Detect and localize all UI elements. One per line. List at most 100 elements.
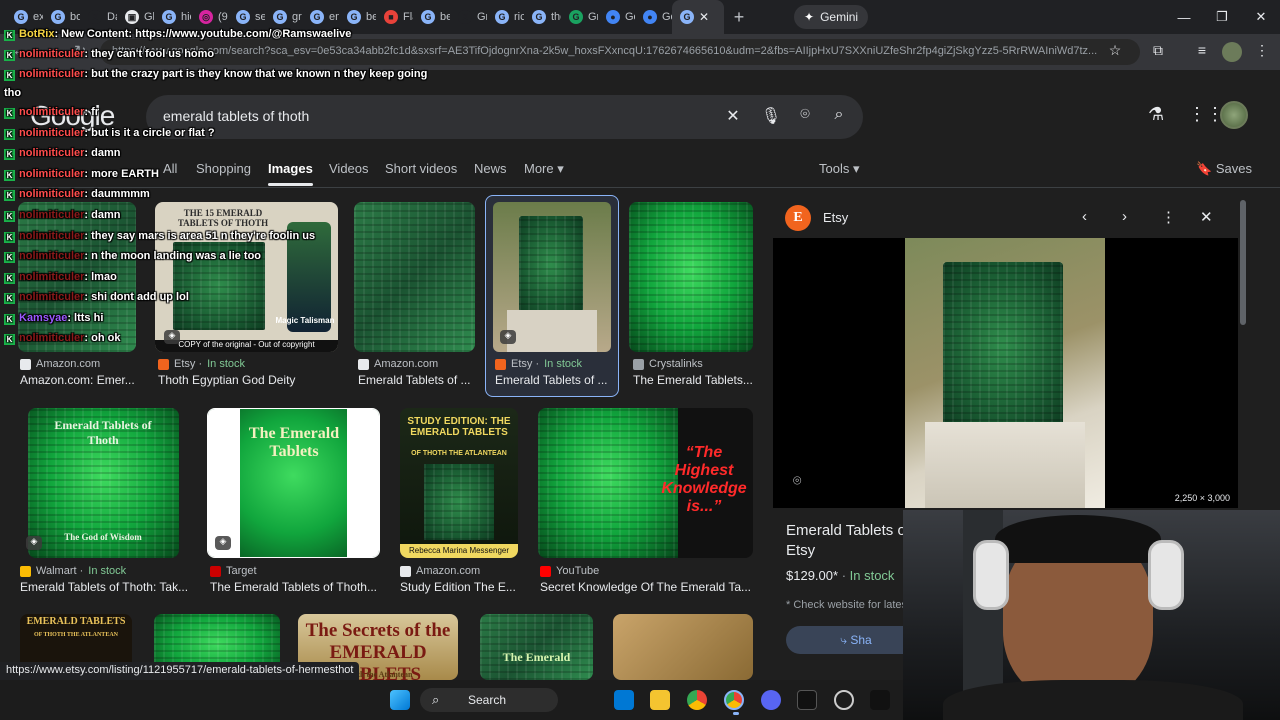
tab-all[interactable]: All [163, 161, 177, 176]
call-of-duty-icon[interactable] [797, 690, 817, 710]
source-name: Amazon.com [416, 565, 481, 577]
result-source[interactable]: Amazon.com [20, 358, 105, 370]
chat-text: : lmao [84, 271, 117, 283]
result-image-3[interactable] [354, 202, 475, 352]
search-box[interactable]: emerald tablets of thoth ✕ 🎙 ⌾ ⌕ [146, 95, 863, 139]
result-image-13[interactable]: The Emerald [480, 614, 593, 680]
minimize-icon[interactable]: — [1165, 0, 1203, 34]
bookmark-star-icon[interactable]: ☆ [1105, 42, 1125, 62]
browser-tab[interactable]: Gbe [413, 0, 450, 34]
browser-tab[interactable]: ● Go [635, 0, 672, 34]
chat-text: : fr [84, 106, 100, 118]
source-name: Crystalinks [649, 358, 703, 370]
labs-flask-icon[interactable]: ⚗ [1148, 104, 1164, 125]
more-options-icon[interactable]: ⋮ [1161, 208, 1176, 226]
result-source[interactable]: Etsy · In stock [495, 358, 582, 370]
preview-title[interactable]: Emerald Tablets o [786, 522, 906, 539]
store-icon[interactable] [614, 690, 634, 710]
saves-button[interactable]: 🔖 Saves [1196, 161, 1252, 177]
result-image-9[interactable]: “The Highest Knowledge is...” [538, 408, 753, 558]
chrome-icon[interactable] [687, 690, 707, 710]
menu-icon[interactable]: ⋮ [1252, 42, 1272, 62]
lens-icon[interactable]: ⌾ [794, 106, 816, 128]
result-title[interactable]: Thoth Egyptian God Deity ... [158, 373, 298, 387]
result-image-7[interactable]: The Emerald Tablets [207, 408, 380, 558]
microphone-icon[interactable]: 🎙 [760, 106, 782, 128]
apps-grid-icon[interactable]: ⋮⋮ [1188, 104, 1224, 125]
tab-label: Fla [403, 11, 413, 23]
tools-button[interactable]: Tools ▾ [819, 161, 860, 177]
avatar[interactable] [1220, 101, 1248, 129]
extensions-icon[interactable]: ⧉ [1148, 42, 1168, 62]
next-icon[interactable]: › [1122, 208, 1127, 225]
result-source[interactable]: Amazon.com [400, 565, 485, 577]
chat-username: nolimiticuler [19, 230, 85, 242]
cap [995, 515, 1161, 563]
previous-icon[interactable]: ‹ [1082, 208, 1087, 225]
tiktok-icon[interactable] [870, 690, 890, 710]
result-title[interactable]: Study Edition The E... [400, 580, 516, 594]
browser-tab[interactable]: ● Go [598, 0, 635, 34]
result-title[interactable]: The Emerald Tablets... [633, 373, 753, 387]
gemini-button[interactable]: ✦ Gemini [794, 5, 869, 29]
new-tab-button[interactable]: + [724, 7, 754, 28]
row3-cover-a2: OF THOTH THE ATLANTEAN [34, 632, 118, 638]
tab-videos[interactable]: Videos [329, 161, 369, 176]
browser-tab-active[interactable]: G ✕ [672, 0, 724, 34]
browser-tab[interactable]: X Gr [450, 0, 487, 34]
tab-shopping[interactable]: Shopping [196, 161, 251, 176]
result-image-6[interactable]: Emerald Tablets of Thoth The God of Wisd… [28, 408, 179, 558]
kick-icon: K [4, 190, 15, 201]
media-icon[interactable]: ≡ [1192, 42, 1212, 62]
browser-tab[interactable]: Gric [487, 0, 524, 34]
tab-label: Go [625, 11, 635, 23]
source-favicon-icon [358, 358, 369, 370]
chat-message: Knolimiticuler: they can't fool us homo [4, 48, 214, 61]
result-title[interactable]: Secret Knowledge Of The Emerald Ta... [540, 580, 751, 594]
result-title[interactable]: Emerald Tablets of ... [358, 373, 471, 387]
file-explorer-icon[interactable] [650, 690, 670, 710]
url-input[interactable]: https://www.google.com/search?sca_esv=0e… [100, 39, 1140, 65]
browser-tab[interactable]: G Gr [561, 0, 598, 34]
tab-news[interactable]: News [474, 161, 507, 176]
discord-icon[interactable] [761, 690, 781, 710]
restore-icon[interactable]: ❐ [1203, 0, 1241, 34]
result-source[interactable]: Amazon.com [358, 358, 443, 370]
clear-icon[interactable]: ✕ [722, 106, 744, 128]
source-name: Etsy · [511, 358, 540, 370]
tab-images[interactable]: Images [268, 161, 313, 186]
result-source[interactable]: Etsy · In stock [158, 358, 245, 370]
tab-more[interactable]: More ▾ [524, 161, 564, 177]
result-title[interactable]: Amazon.com: Emer... [20, 373, 135, 387]
profile-icon[interactable] [1222, 42, 1242, 62]
result-image-2[interactable]: THE 15 EMERALD TABLETS OF THOTH Magic Ta… [155, 202, 338, 352]
result-source[interactable]: YouTube [540, 565, 604, 577]
close-tab-icon[interactable]: ✕ [699, 10, 709, 24]
tab-short-videos[interactable]: Short videos [385, 161, 457, 176]
result-title[interactable]: Emerald Tablets of ... [495, 373, 608, 387]
preview-image[interactable] [905, 238, 1105, 508]
obs-icon[interactable] [834, 690, 854, 710]
result-title[interactable]: Emerald Tablets of Thoth: Tak... [20, 580, 188, 594]
search-input[interactable]: emerald tablets of thoth [163, 108, 309, 124]
result-title[interactable]: The Emerald Tablets of Thoth... [210, 580, 377, 594]
result-source[interactable]: Target [210, 565, 262, 577]
result-source[interactable]: Walmart · In stock [20, 565, 126, 577]
browser-tab[interactable]: ■ Fla [376, 0, 413, 34]
chrome-active-icon[interactable] [724, 690, 744, 710]
search-icon[interactable]: ⌕ [828, 106, 850, 128]
result-source[interactable]: Crystalinks [633, 358, 708, 370]
result-image-14[interactable] [613, 614, 753, 680]
lens-search-icon[interactable]: ⌾ [793, 472, 801, 489]
preview-scrollbar[interactable] [1240, 200, 1246, 325]
taskbar-search-label: Search [468, 693, 507, 707]
start-windows-icon[interactable] [390, 690, 410, 710]
tab-favicon-icon: G [273, 10, 287, 24]
browser-tab[interactable]: Gthe [524, 0, 561, 34]
close-window-icon[interactable]: ✕ [1242, 0, 1280, 34]
result-image-5[interactable] [629, 202, 753, 352]
preview-source[interactable]: Etsy [823, 210, 848, 225]
taskbar-search[interactable]: ⌕ Search [420, 688, 558, 712]
result-image-8[interactable]: STUDY EDITION: THE EMERALD TABLETS OF TH… [400, 408, 518, 558]
close-preview-icon[interactable]: ✕ [1200, 208, 1213, 226]
